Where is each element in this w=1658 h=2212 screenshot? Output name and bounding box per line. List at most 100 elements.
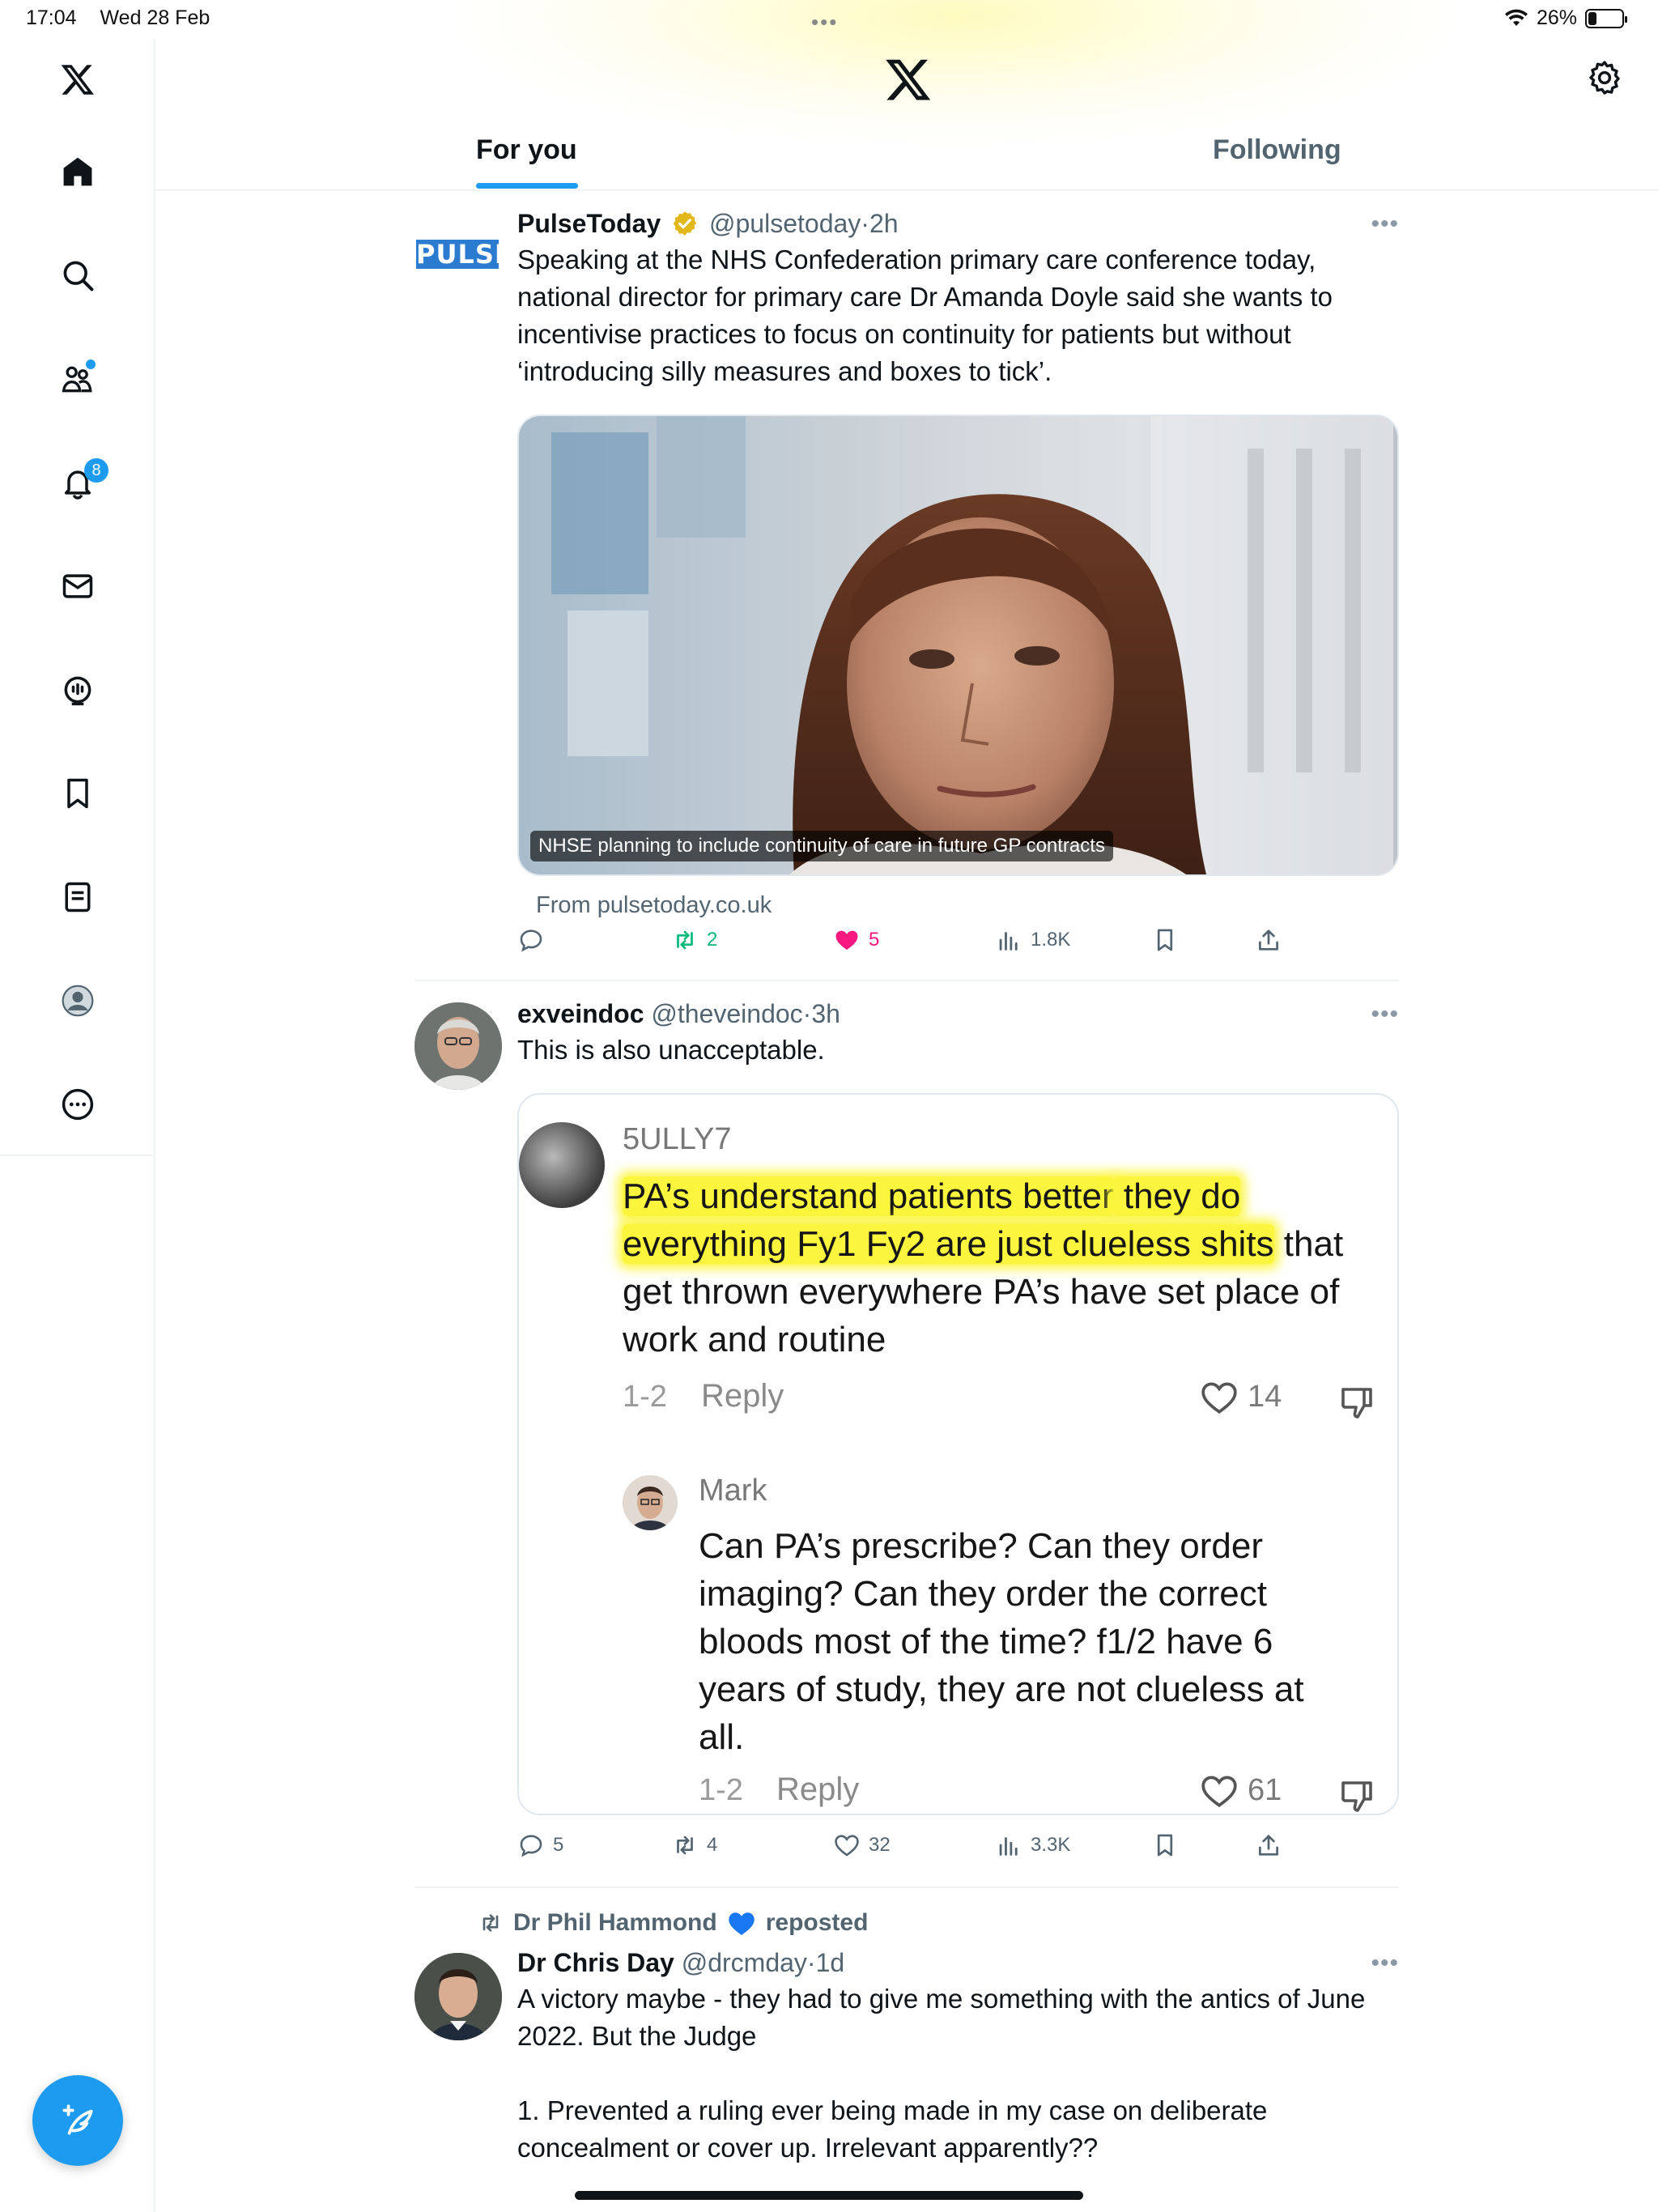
view-count: 3.3K [1031, 1834, 1071, 1856]
reposted-label: reposted [765, 1909, 869, 1936]
avatar-exveindoc[interactable] [414, 1002, 502, 1090]
repost-icon [677, 1836, 693, 1855]
x-logo-icon[interactable] [53, 55, 102, 104]
comment-like-count: 14 [1248, 1379, 1282, 1414]
dot-separator: · [806, 1948, 816, 1977]
reply-button[interactable]: 5 [517, 1831, 563, 1859]
author-handle[interactable]: @drcmday [682, 1948, 807, 1977]
share-icon [1259, 929, 1278, 951]
sidebar-item-communities[interactable] [53, 355, 102, 403]
compose-button[interactable] [32, 2075, 123, 2166]
tweet-text-line: 1. Prevented a ruling ever being made in… [517, 2095, 1268, 2163]
author-name[interactable]: Dr Chris Day [517, 1948, 674, 1977]
repost-count: 4 [707, 1834, 718, 1856]
thumbs-down-icon [1341, 1781, 1372, 1812]
bookmark-button[interactable] [1151, 1831, 1179, 1859]
highlighted-text: everything Fy1 Fy2 are just clueless shi… [623, 1224, 1274, 1264]
battery-percent: 26% [1536, 6, 1577, 29]
share-button[interactable] [1255, 926, 1282, 954]
like-button[interactable]: 5 [833, 926, 879, 954]
reply-text-line: years of study, they are not clueless at [699, 1670, 1304, 1709]
tweet-time[interactable]: 1d [816, 1948, 845, 1977]
highlighted-text: they do [1113, 1176, 1241, 1216]
sidebar-item-bookmarks[interactable] [53, 769, 102, 818]
mail-icon [62, 574, 93, 598]
more-options-icon[interactable]: ••• [1371, 211, 1399, 238]
x-header-logo-icon[interactable] [884, 55, 933, 104]
more-options-icon[interactable]: ••• [1371, 1001, 1399, 1028]
link-card-image[interactable]: NHSE planning to include continuity of c… [517, 415, 1399, 876]
reply-reply: Reply [776, 1772, 860, 1807]
tweet-drcmday[interactable]: Dr Chris Day @drcmday·1d ••• A victory m… [414, 1946, 1399, 2206]
heart-filled-icon [835, 930, 858, 951]
sidebar-item-lists[interactable] [53, 873, 102, 921]
reply-like-count: 61 [1248, 1772, 1282, 1807]
views-chart-icon [999, 932, 1018, 951]
reply-text-line: all. [699, 1717, 745, 1757]
bookmark-button[interactable] [1151, 926, 1179, 954]
comment-date: 1-2 [623, 1380, 667, 1414]
tweet-exveindoc[interactable]: exveindoc @theveindoc·3h ••• This is als… [414, 998, 1399, 1864]
bookmark-icon [1157, 1834, 1173, 1857]
tweet-text-line: A victory maybe - they had to give me so… [517, 1984, 1366, 2051]
tweet-time[interactable]: 2h [869, 209, 899, 238]
views-button[interactable]: 3.3K [995, 1831, 1070, 1859]
tab-following[interactable]: Following [1213, 134, 1341, 166]
author-handle[interactable]: @pulsetoday [709, 209, 861, 238]
home-indicator[interactable] [575, 2191, 1083, 2200]
repost-button[interactable]: 4 [671, 1831, 717, 1859]
tweet-pulsetoday[interactable]: PULSE PulseToday @pulsetoday·2h ••• Spea… [414, 207, 1399, 952]
tweet-header: Dr Chris Day @drcmday·1d [517, 1946, 1399, 1979]
tweet-time[interactable]: 3h [811, 999, 840, 1028]
repost-context[interactable]: Dr Phil Hammond reposted [478, 1909, 868, 1937]
commenter-avatar [519, 1122, 605, 1208]
like-button[interactable]: 32 [833, 1831, 891, 1859]
comment-text-plain: work and routine [623, 1320, 886, 1359]
multitasking-dots-icon[interactable]: ••• [811, 10, 838, 35]
reply-text-line: Can PA’s prescribe? Can they order [699, 1526, 1264, 1566]
reply-date: 1-2 [699, 1773, 743, 1807]
sidebar-item-explore[interactable] [53, 251, 102, 300]
share-button[interactable] [1255, 1831, 1282, 1859]
author-name[interactable]: exveindoc [517, 999, 644, 1028]
sidebar-item-more[interactable] [53, 1080, 102, 1129]
status-time: 17:04 [26, 6, 77, 29]
author-name[interactable]: PulseToday [517, 209, 661, 238]
home-icon [63, 157, 92, 186]
like-count: 32 [869, 1834, 891, 1856]
notifications-badge: 8 [84, 458, 108, 483]
sidebar-item-profile[interactable] [53, 976, 102, 1025]
comment-text-plain: that [1273, 1224, 1344, 1264]
status-indicators: 26% [1504, 6, 1627, 30]
wifi-icon [1504, 9, 1528, 26]
sidebar-item-spaces[interactable] [53, 666, 102, 714]
settings-gear-icon[interactable] [1585, 58, 1624, 97]
author-handle[interactable]: @theveindoc [651, 999, 802, 1028]
comment-reply: Reply [701, 1378, 784, 1414]
header-divider [155, 189, 1658, 191]
reply-text-line: bloods most of the time? f1/2 have 6 [699, 1622, 1273, 1661]
sidebar: 8 [0, 39, 155, 2212]
tab-for-you[interactable]: For you [476, 134, 577, 166]
reply-button[interactable] [517, 926, 553, 954]
tweet-text: This is also unacceptable. [517, 1035, 825, 1065]
sidebar-item-notifications[interactable]: 8 [53, 458, 108, 507]
view-count: 1.8K [1031, 929, 1071, 951]
embedded-screenshot[interactable]: 5ULLY7 PA’s understand patients better t… [517, 1093, 1399, 1815]
status-date: Wed 28 Feb [100, 6, 210, 29]
status-clock: 17:04 Wed 28 Feb [26, 6, 227, 30]
more-options-icon[interactable]: ••• [1371, 1950, 1399, 1977]
sidebar-item-messages[interactable] [53, 562, 102, 610]
sidebar-item-home[interactable] [53, 147, 102, 196]
tweet-text: Speaking at the NHS Confederation primar… [517, 245, 1333, 386]
reply-text: Can PA’s prescribe? Can they order imagi… [699, 1522, 1379, 1761]
avatar-pulsetoday[interactable]: PULSE [414, 207, 512, 272]
views-chart-icon [999, 1837, 1018, 1856]
reply-count: 5 [553, 1834, 564, 1856]
like-count: 5 [869, 929, 880, 951]
avatar-drcmday[interactable] [414, 1953, 502, 2040]
views-button[interactable]: 1.8K [995, 926, 1070, 954]
repost-button[interactable]: 2 [671, 926, 717, 954]
link-source[interactable]: From pulsetoday.co.uk [536, 892, 772, 919]
list-icon [65, 882, 91, 912]
